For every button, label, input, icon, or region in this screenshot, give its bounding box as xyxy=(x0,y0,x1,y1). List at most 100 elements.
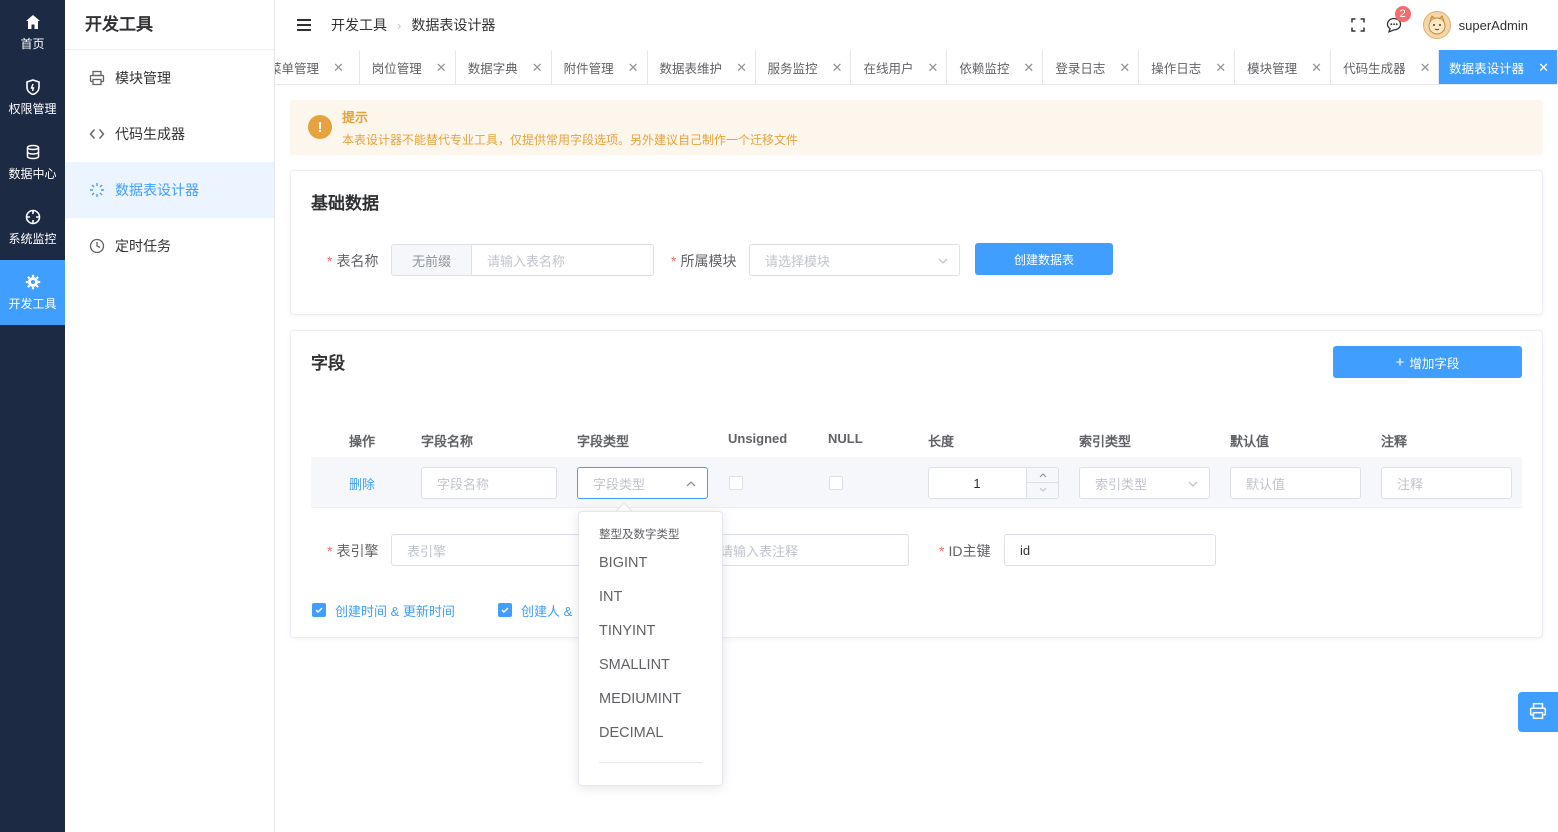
avatar[interactable] xyxy=(1422,11,1451,39)
tab-data-dictionary[interactable]: 数据字典 ✕ xyxy=(456,50,552,84)
creator-checkbox[interactable] xyxy=(498,603,512,617)
tab-online-users[interactable]: 在线用户 ✕ xyxy=(851,50,948,84)
tab-menu-management[interactable]: 菜单管理 ✕ xyxy=(275,50,360,84)
tab-label: 代码生成器 xyxy=(1343,62,1406,76)
dropdown-option[interactable]: MEDIUMINT xyxy=(579,682,722,716)
dropdown-option[interactable]: SMALLINT xyxy=(579,648,722,682)
rail-item-label: 首页 xyxy=(20,37,45,51)
module-label: * 所属模块 xyxy=(671,253,737,269)
delete-link[interactable]: 删除 xyxy=(349,474,375,493)
engine-input[interactable]: 表引擎 xyxy=(391,534,591,566)
tab-dependency-monitor[interactable]: 依赖监控 ✕ xyxy=(947,50,1044,84)
icon-rail: 首页 权限管理 数据中心 系统监控 开发工具 xyxy=(0,0,65,832)
rail-item-permission[interactable]: 权限管理 xyxy=(0,65,65,130)
timestamps-checkbox[interactable] xyxy=(312,603,326,617)
chevron-down-icon[interactable] xyxy=(1027,483,1058,497)
tab-login-log[interactable]: 登录日志 ✕ xyxy=(1043,50,1140,84)
alert-title: 提示 xyxy=(342,110,369,125)
username[interactable]: superAdmin xyxy=(1459,18,1528,33)
warning-icon: ! xyxy=(308,115,332,139)
sub-sidebar: 开发工具 模块管理 代码生成器 数据表设计器 定时任务 xyxy=(65,0,275,832)
dropdown-option[interactable]: DECIMAL xyxy=(579,716,722,750)
rail-item-label: 系统监控 xyxy=(8,232,57,246)
chevron-up-icon xyxy=(685,478,697,493)
tab-operation-log[interactable]: 操作日志 ✕ xyxy=(1139,50,1236,84)
rail-item-data-center[interactable]: 数据中心 xyxy=(0,130,65,195)
dropdown-option[interactable]: INT xyxy=(579,580,722,614)
default-value-input[interactable]: 默认值 xyxy=(1230,467,1361,499)
column-header: 长度 xyxy=(928,434,955,449)
sidebar-item-label: 定时任务 xyxy=(115,238,171,254)
index-type-select[interactable]: 索引类型 xyxy=(1079,467,1210,499)
column-header: 字段名称 xyxy=(421,434,474,449)
chevron-down-icon xyxy=(1187,478,1199,493)
close-icon[interactable]: ✕ xyxy=(1311,60,1322,76)
field-type-select[interactable]: 字段类型 xyxy=(577,467,708,499)
database-icon xyxy=(24,143,42,161)
sidebar-item-code-generator[interactable]: 代码生成器 xyxy=(65,106,274,162)
breadcrumb-item[interactable]: 开发工具 xyxy=(331,15,387,35)
unsigned-checkbox[interactable] xyxy=(729,476,743,490)
message-icon[interactable]: 2 xyxy=(1385,6,1411,34)
comment-input[interactable]: 注释 xyxy=(1381,467,1512,499)
table-name-label: * 表名称 xyxy=(327,253,379,269)
length-value: 1 xyxy=(973,475,981,491)
pk-input[interactable]: id xyxy=(1004,534,1216,566)
close-icon[interactable]: ✕ xyxy=(1420,60,1431,76)
tab-service-monitor[interactable]: 服务监控 ✕ xyxy=(756,50,852,84)
close-icon[interactable]: ✕ xyxy=(736,60,747,76)
null-checkbox[interactable] xyxy=(829,476,843,490)
timestamps-option-label[interactable]: 创建时间 & 更新时间 xyxy=(335,601,455,620)
table-prefix-addon: 无前缀 xyxy=(391,244,472,276)
close-icon[interactable]: ✕ xyxy=(1119,60,1130,76)
rail-item-home[interactable]: 首页 xyxy=(0,0,65,65)
close-icon[interactable]: ✕ xyxy=(927,60,938,76)
loading-icon xyxy=(89,182,105,198)
tab-label: 附件管理 xyxy=(563,62,614,76)
tab-table-maintenance[interactable]: 数据表维护 ✕ xyxy=(648,50,756,84)
plus-icon: + xyxy=(1395,353,1405,371)
module-select[interactable]: 请选择模块 xyxy=(749,244,960,276)
rail-item-dev-tools[interactable]: 开发工具 xyxy=(0,260,65,325)
close-icon[interactable]: ✕ xyxy=(436,60,447,76)
tab-module-management[interactable]: 模块管理 ✕ xyxy=(1235,50,1332,84)
dropdown-option[interactable]: BIGINT xyxy=(579,546,722,580)
fullscreen-icon[interactable] xyxy=(1349,16,1367,34)
close-icon[interactable]: ✕ xyxy=(832,60,843,76)
column-header: 索引类型 xyxy=(1079,434,1132,449)
column-header: 默认值 xyxy=(1230,434,1270,449)
close-icon[interactable]: ✕ xyxy=(532,60,543,76)
engine-label: * 表引擎 xyxy=(327,543,379,559)
tab-code-generator[interactable]: 代码生成器 ✕ xyxy=(1331,50,1440,84)
warning-alert: ! 提示 本表设计器不能替代专业工具，仅提供常用字段选项。另外建议自己制作一个迁… xyxy=(290,100,1543,155)
close-icon[interactable]: ✕ xyxy=(333,60,344,76)
dropdown-option[interactable]: TINYINT xyxy=(579,614,722,648)
add-field-button[interactable]: + 增加字段 xyxy=(1333,346,1522,378)
tab-post-management[interactable]: 岗位管理 ✕ xyxy=(360,50,456,84)
close-icon[interactable]: ✕ xyxy=(628,60,639,76)
table-name-input[interactable]: 请输入表名称 xyxy=(471,244,654,276)
creator-option-label[interactable]: 创建人 & xyxy=(521,601,572,620)
column-header: 注释 xyxy=(1381,434,1408,449)
home-icon xyxy=(24,13,42,31)
sidebar-item-module-management[interactable]: 模块管理 xyxy=(65,50,274,106)
floating-print-button[interactable] xyxy=(1518,692,1558,732)
field-name-input[interactable]: 字段名称 xyxy=(421,467,557,499)
length-stepper[interactable]: 1 xyxy=(928,467,1059,499)
chevron-up-icon[interactable] xyxy=(1027,468,1058,483)
create-table-button[interactable]: 创建数据表 xyxy=(975,243,1113,275)
close-icon[interactable]: ✕ xyxy=(1538,60,1549,76)
tab-attachment-management[interactable]: 附件管理 ✕ xyxy=(552,50,648,84)
menu-toggle-icon[interactable] xyxy=(297,19,311,31)
close-icon[interactable]: ✕ xyxy=(1023,60,1034,76)
tab-table-designer[interactable]: 数据表设计器 ✕ xyxy=(1439,50,1558,84)
pk-label: * ID主键 xyxy=(939,543,991,559)
table-comment-input[interactable]: 请输入表注释 xyxy=(708,534,909,566)
dropdown-group-title: 整型及数字类型 xyxy=(599,529,680,541)
rail-item-monitor[interactable]: 系统监控 xyxy=(0,195,65,260)
sidebar-item-scheduled-tasks[interactable]: 定时任务 xyxy=(65,218,274,274)
tab-label: 操作日志 xyxy=(1151,62,1202,76)
close-icon[interactable]: ✕ xyxy=(1215,60,1226,76)
sidebar-item-table-designer[interactable]: 数据表设计器 xyxy=(65,162,274,218)
code-icon xyxy=(89,126,105,142)
